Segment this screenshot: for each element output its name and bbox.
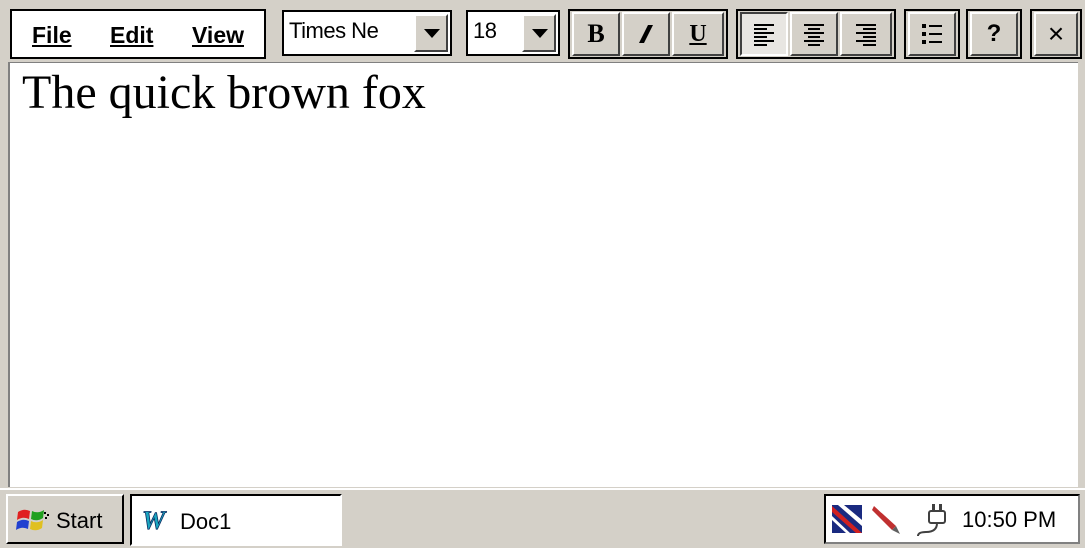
- taskbar-item-doc1[interactable]: W Doc1: [130, 494, 342, 546]
- word-app-icon: W: [142, 507, 168, 533]
- bold-button[interactable]: B: [572, 12, 620, 56]
- italic-icon: [639, 25, 653, 43]
- pen-tool-icon[interactable]: [870, 502, 906, 536]
- close-button[interactable]: ×: [1034, 12, 1078, 56]
- menu-edit[interactable]: Edit: [110, 22, 153, 49]
- align-right-icon: [856, 24, 876, 46]
- clock[interactable]: 10:50 PM: [962, 507, 1056, 533]
- font-size-dropdown[interactable]: 18: [466, 10, 560, 56]
- start-button[interactable]: Start: [6, 494, 124, 544]
- system-tray: 10:50 PM: [824, 494, 1080, 544]
- start-label: Start: [56, 508, 103, 533]
- application-window: File Edit View Times Ne 18 B U ? × The q…: [0, 0, 1085, 548]
- windows-logo-icon: [16, 509, 49, 531]
- taskbar: Start W Doc1 10:50 PM: [0, 488, 1085, 548]
- chevron-down-icon[interactable]: [414, 14, 448, 52]
- svg-text:W: W: [142, 507, 167, 533]
- italic-button[interactable]: [622, 12, 670, 56]
- network-icon[interactable]: [830, 502, 866, 536]
- taskbar-item-label: Doc1: [180, 509, 232, 534]
- command-bar: File Edit View Times Ne 18 B U ? ×: [0, 0, 1085, 64]
- document-area[interactable]: The quick brown fox: [8, 62, 1078, 487]
- align-center-button[interactable]: [790, 12, 838, 56]
- menu-bar: File Edit View: [10, 9, 266, 59]
- menu-view[interactable]: View: [192, 22, 244, 49]
- align-left-button[interactable]: [740, 12, 788, 56]
- font-name-dropdown[interactable]: Times Ne: [282, 10, 452, 56]
- align-left-icon: [754, 24, 774, 46]
- align-right-button[interactable]: [840, 12, 892, 56]
- bold-label: B: [587, 19, 605, 48]
- power-plug-icon[interactable]: [914, 502, 954, 538]
- bullet-list-button[interactable]: [908, 12, 956, 56]
- underline-label: U: [689, 20, 707, 47]
- align-center-icon: [804, 24, 824, 46]
- close-icon: ×: [1047, 18, 1065, 49]
- bullet-list-icon: [922, 24, 942, 44]
- underline-button[interactable]: U: [672, 12, 724, 56]
- document-text[interactable]: The quick brown fox: [22, 65, 426, 120]
- help-label: ?: [986, 20, 1002, 47]
- help-button[interactable]: ?: [970, 12, 1018, 56]
- chevron-down-icon[interactable]: [522, 14, 556, 52]
- menu-file[interactable]: File: [32, 22, 72, 49]
- font-size-value: 18: [473, 18, 497, 43]
- font-name-value: Times Ne: [289, 18, 379, 43]
